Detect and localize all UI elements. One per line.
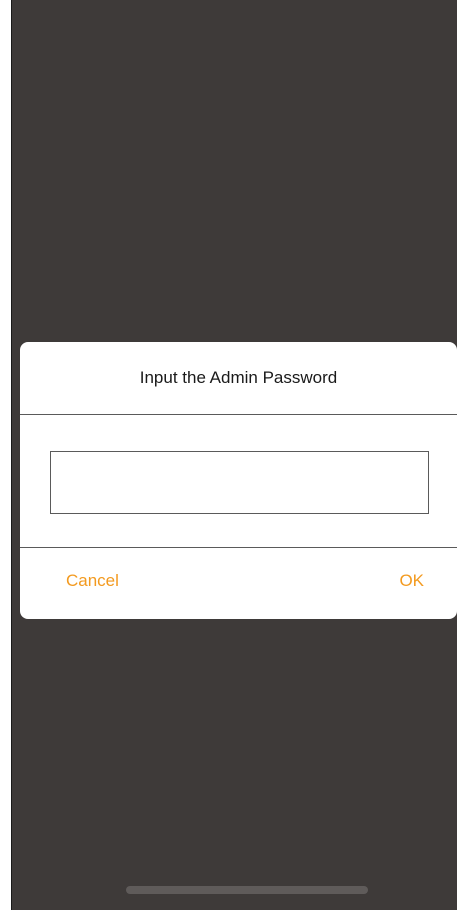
ok-button[interactable]: OK <box>399 566 424 596</box>
admin-password-input[interactable] <box>50 451 429 514</box>
cancel-button[interactable]: Cancel <box>66 566 119 596</box>
dialog-divider-bottom <box>20 547 457 548</box>
dialog-divider-top <box>20 414 457 415</box>
home-indicator[interactable] <box>126 886 368 894</box>
dialog-title: Input the Admin Password <box>139 368 338 387</box>
admin-password-dialog: Input the Admin Password Cancel OK <box>20 342 457 619</box>
